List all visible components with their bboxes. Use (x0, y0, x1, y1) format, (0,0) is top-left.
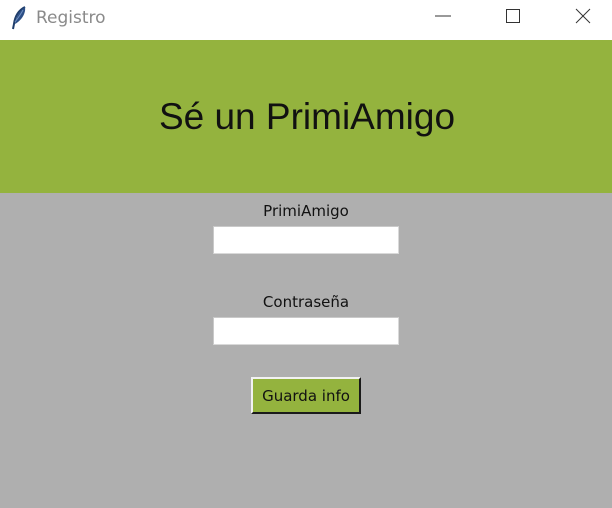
feather-icon (10, 6, 28, 30)
password-input[interactable] (213, 317, 399, 345)
close-icon (575, 8, 591, 24)
username-label: PrimiAmigo (263, 202, 349, 220)
username-input[interactable] (213, 226, 399, 254)
close-button[interactable] (560, 0, 606, 32)
minimize-icon (435, 15, 451, 17)
maximize-icon (506, 9, 520, 23)
page-title: Sé un PrimiAmigo (158, 95, 456, 137)
app-window: Registro Sé un PrimiAmigo PrimiAmigo Con… (0, 0, 612, 508)
window-title: Registro (36, 8, 106, 28)
maximize-button[interactable] (490, 0, 536, 32)
save-info-button[interactable]: Guarda info (251, 377, 361, 414)
minimize-button[interactable] (420, 0, 466, 32)
registration-form: PrimiAmigo Contraseña Guarda info (0, 193, 612, 508)
title-bar[interactable]: Registro (0, 0, 612, 40)
password-label: Contraseña (262, 293, 350, 311)
header-banner: Sé un PrimiAmigo (0, 40, 612, 193)
